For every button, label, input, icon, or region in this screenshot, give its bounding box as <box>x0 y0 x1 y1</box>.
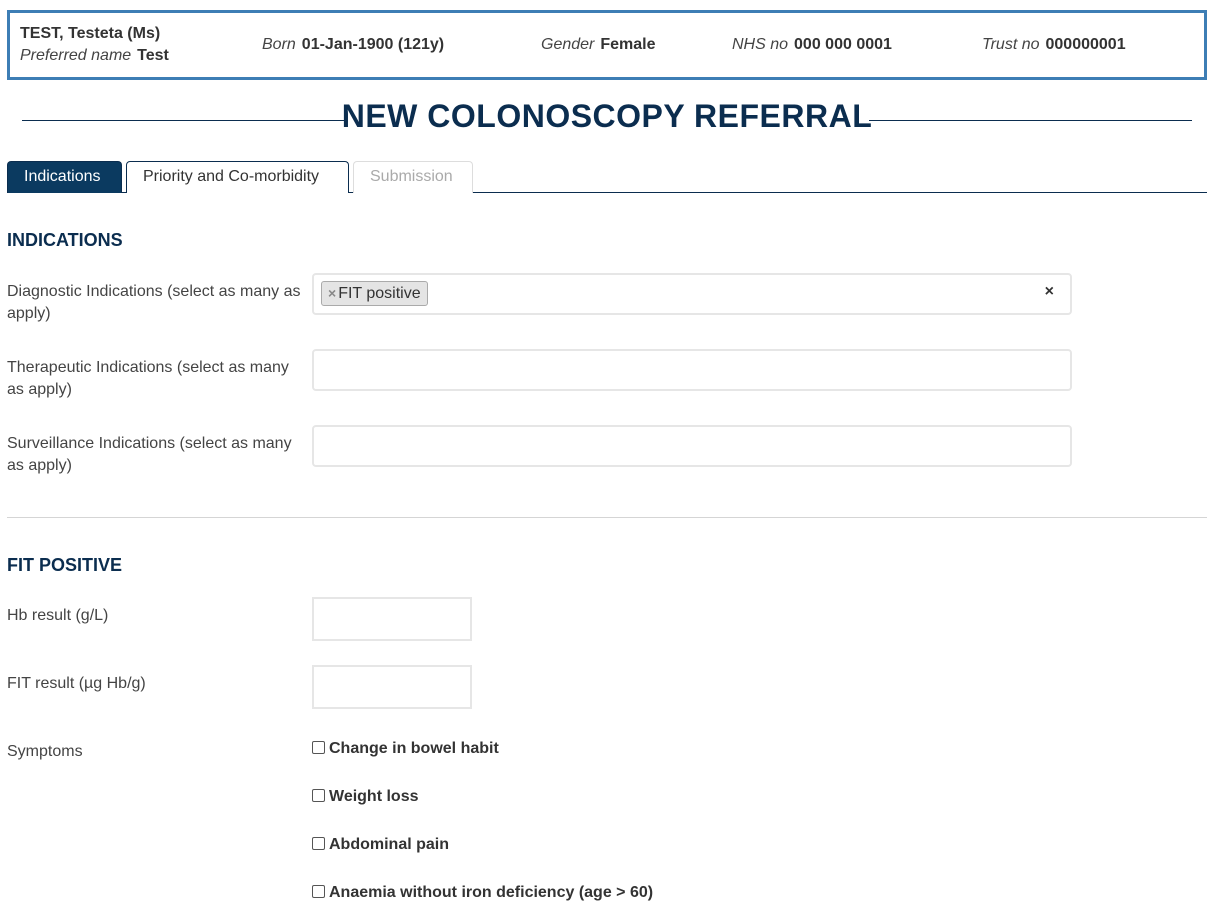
born-field: Born 01-Jan-1900 (121y) <box>262 36 444 54</box>
surveillance-indications-label: Surveillance Indications (select as many… <box>7 435 292 474</box>
symptom-change-in-bowel-habit[interactable]: Change in bowel habit <box>312 740 499 762</box>
preferred-name-value: Test <box>137 47 169 64</box>
diagnostic-indications-label: Diagnostic Indications (select as many a… <box>7 283 301 322</box>
checkbox[interactable] <box>312 789 325 802</box>
symptom-weight-loss[interactable]: Weight loss <box>312 788 419 810</box>
symptom-label: Anaemia without iron deficiency (age > 6… <box>329 884 654 901</box>
checkbox[interactable] <box>312 741 325 754</box>
preferred-name-label: Preferred name <box>20 47 132 64</box>
checkbox[interactable] <box>312 885 325 898</box>
fit-result-input[interactable] <box>312 665 472 709</box>
hb-result-input[interactable] <box>312 597 472 641</box>
hb-result-label: Hb result (g/L) <box>7 607 109 624</box>
symptom-label: Weight loss <box>329 788 419 805</box>
gender-label: Gender <box>541 36 595 53</box>
symptom-label: Abdominal pain <box>329 836 449 853</box>
symptom-label: Change in bowel habit <box>329 740 499 757</box>
gender-value: Female <box>600 36 656 53</box>
trust-label: Trust no <box>982 36 1040 53</box>
patient-banner: TEST, Testeta (Ms) Preferred name Test Bo… <box>7 10 1207 80</box>
page-title: NEW COLONOSCOPY REFERRAL <box>341 98 873 134</box>
therapeutic-indications-select[interactable] <box>312 349 1072 391</box>
surveillance-indications-select[interactable] <box>312 425 1072 467</box>
title-rule-right <box>869 120 1192 121</box>
tab-indications[interactable]: Indications <box>7 161 122 193</box>
section-divider <box>7 517 1207 518</box>
nhs-field: NHS no 000 000 0001 <box>732 36 892 54</box>
born-value: 01-Jan-1900 (121y) <box>301 36 445 53</box>
born-label: Born <box>262 36 296 53</box>
symptom-anaemia-without-iron-deficiency[interactable]: Anaemia without iron deficiency (age > 6… <box>312 884 653 906</box>
nhs-label: NHS no <box>732 36 789 53</box>
patient-name: TEST, Testeta (Ms) <box>20 25 161 42</box>
tab-submission: Submission <box>353 161 473 193</box>
diagnostic-indications-select[interactable]: × FIT positive × <box>312 273 1072 315</box>
selected-tag-label: FIT positive <box>338 285 421 302</box>
tab-priority-and-co-morbidity[interactable]: Priority and Co-morbidity <box>126 161 349 193</box>
tag-remove-icon[interactable]: × <box>328 285 336 301</box>
trust-value: 000000001 <box>1045 36 1126 53</box>
symptoms-label: Symptoms <box>7 743 83 760</box>
clear-selection-icon[interactable]: × <box>1045 283 1054 301</box>
fit-positive-heading: FIT POSITIVE <box>7 555 123 575</box>
gender-field: Gender Female <box>541 36 656 54</box>
preferred-name: Preferred name Test <box>20 47 169 65</box>
tab-bar: Indications Priority and Co-morbidity Su… <box>7 161 1207 193</box>
fit-result-label: FIT result (µg Hb/g) <box>7 675 146 692</box>
therapeutic-indications-label: Therapeutic Indications (select as many … <box>7 359 289 398</box>
nhs-value: 000 000 0001 <box>794 36 892 53</box>
indications-heading: INDICATIONS <box>7 230 123 250</box>
symptom-abdominal-pain[interactable]: Abdominal pain <box>312 836 449 858</box>
selected-tag-fit-positive: × FIT positive <box>321 281 428 306</box>
trust-field: Trust no 000000001 <box>982 36 1126 54</box>
checkbox[interactable] <box>312 837 325 850</box>
page-title-row: NEW COLONOSCOPY REFERRAL <box>22 98 1192 142</box>
